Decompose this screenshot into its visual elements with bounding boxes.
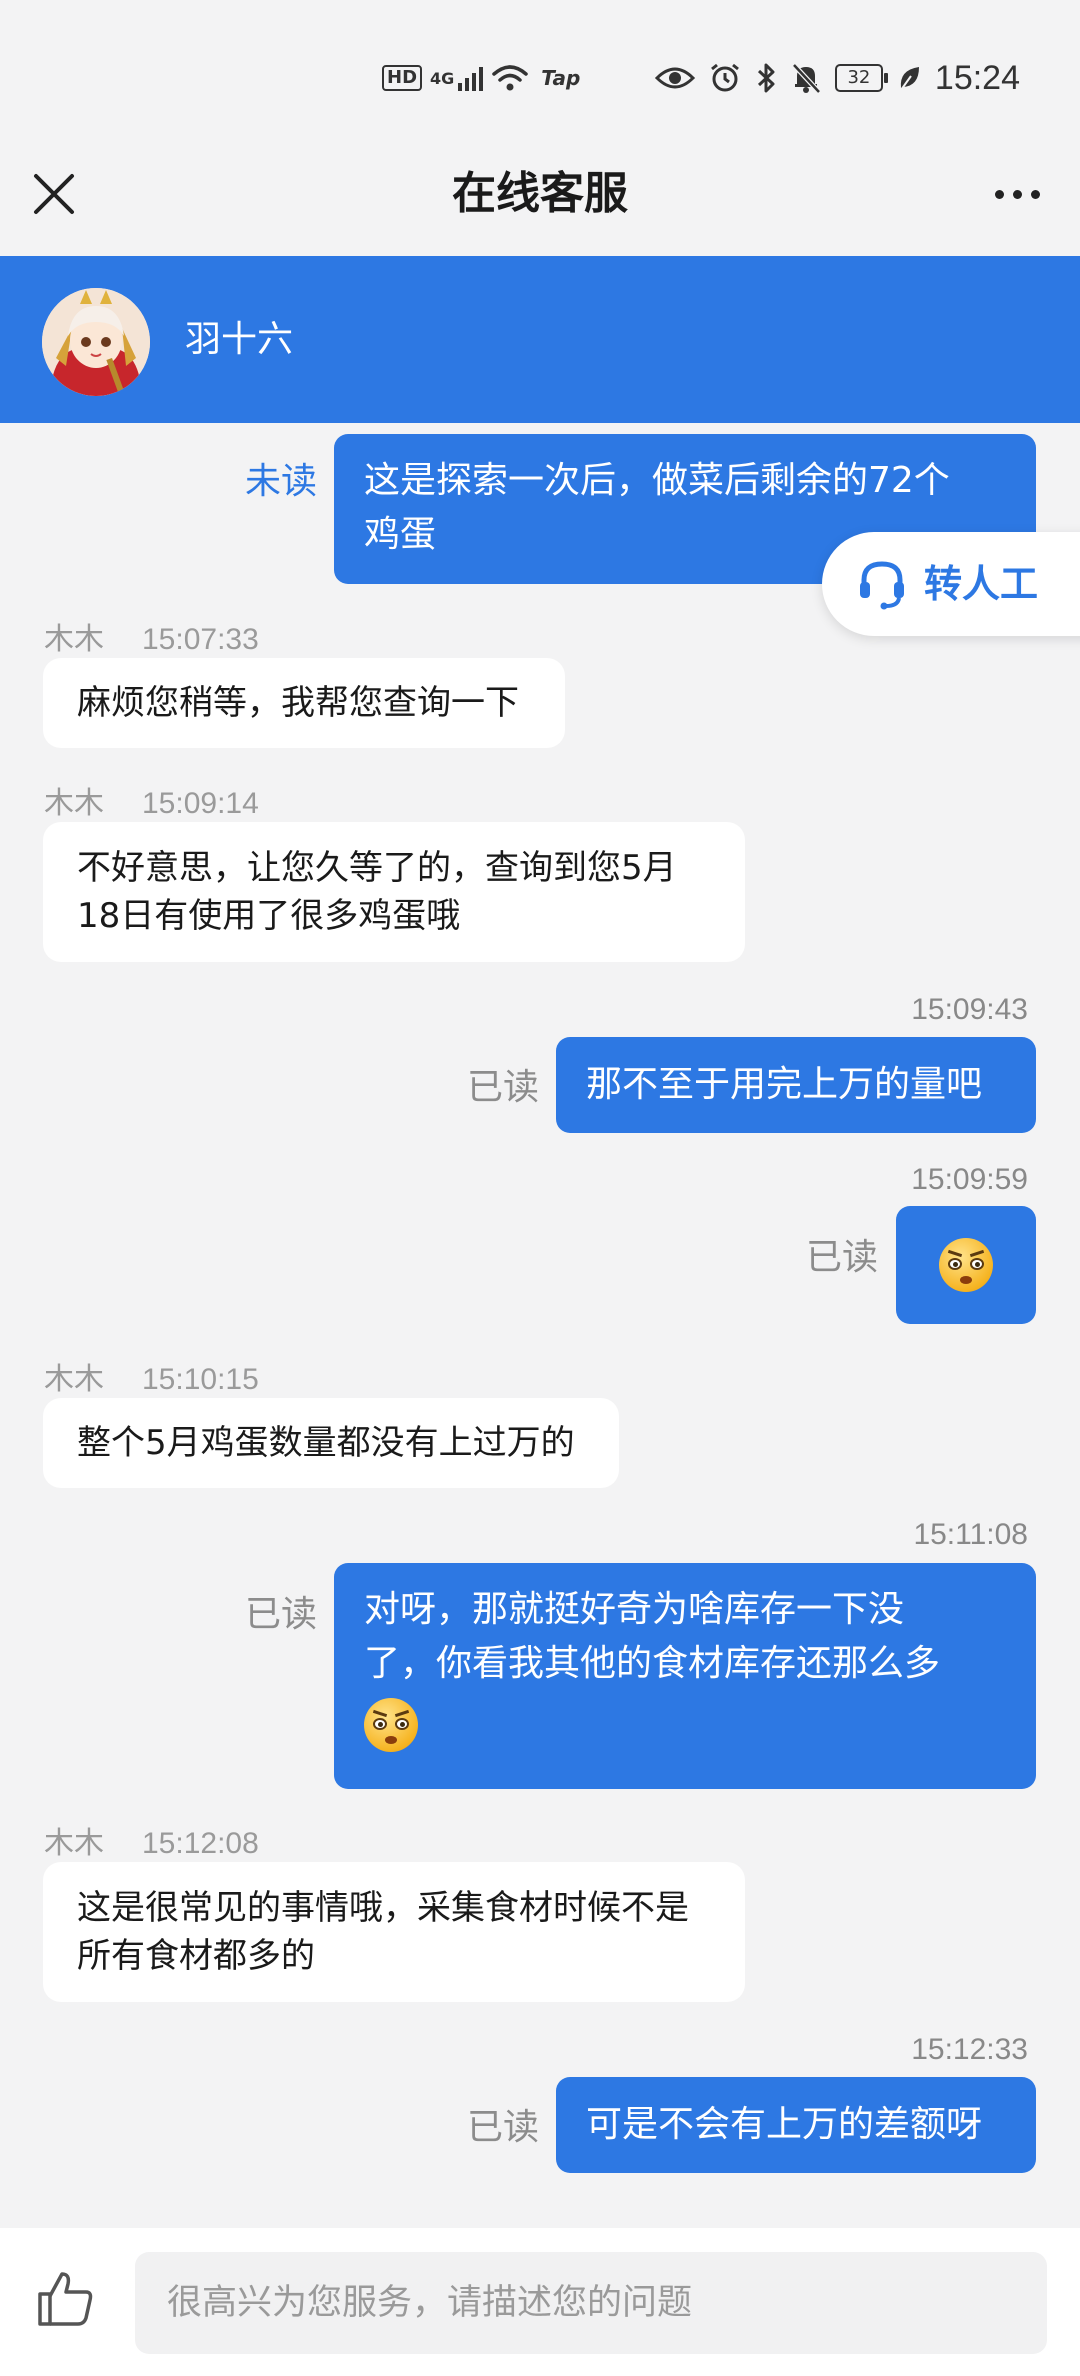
status-left-icons: HD 4G Tap xyxy=(382,58,580,98)
status-bar: HD 4G Tap 32 15:24 xyxy=(0,0,1080,150)
agent-name: 羽十六 xyxy=(185,319,294,360)
message-meta: 木木 15:10:15 xyxy=(44,1354,259,1398)
rolling-eyes-emoji-icon xyxy=(939,1238,993,1292)
message-meta: 木木 15:07:33 xyxy=(44,614,259,658)
wifi-icon xyxy=(492,65,529,91)
mute-bell-icon xyxy=(792,63,821,94)
message-time: 15:12:08 xyxy=(142,1827,259,1860)
bluetooth-icon xyxy=(757,63,775,93)
read-status: 已读 xyxy=(245,1594,318,1635)
read-status: 已读 xyxy=(467,2107,540,2148)
message-time: 15:09:14 xyxy=(142,787,259,820)
user-message-bubble[interactable]: 可是不会有上万的差额呀 xyxy=(556,2077,1036,2173)
more-dot-icon xyxy=(1012,189,1022,199)
agent-message-bubble[interactable]: 麻烦您稍等，我帮您查询一下 xyxy=(43,658,565,748)
user-message-bubble[interactable]: 那不至于用完上万的量吧 xyxy=(556,1037,1036,1133)
clock: 15:24 xyxy=(934,58,1020,97)
message-line: 所有食材都多的 xyxy=(77,1936,315,1976)
sender-name: 木木 xyxy=(44,1362,104,1397)
message-time: 15:12:33 xyxy=(911,2033,1028,2066)
agent-message-bubble[interactable]: 不好意思，让您久等了的，查询到您5月 18日有使用了很多鸡蛋哦 xyxy=(43,822,745,962)
message-line: 了，你看我其他的食材库存还那么多 xyxy=(364,1643,941,1684)
message-line: 这是探索一次后，做菜后剩余的72个 xyxy=(364,460,950,501)
more-options-button[interactable] xyxy=(984,168,1050,220)
alarm-icon xyxy=(710,63,739,92)
message-line: 可是不会有上万的差额呀 xyxy=(586,2104,983,2145)
more-dot-icon xyxy=(1030,189,1040,199)
tap-label: Tap xyxy=(541,66,581,90)
rolling-eyes-emoji-icon xyxy=(364,1698,418,1752)
message-line: 这是很常见的事情哦，采集食材时候不是 xyxy=(77,1888,689,1928)
message-line: 18日有使用了很多鸡蛋哦 xyxy=(77,896,461,936)
agent-message-bubble[interactable]: 整个5月鸡蛋数量都没有上过万的 xyxy=(43,1398,619,1488)
like-button[interactable] xyxy=(34,2268,96,2330)
message-line: 整个5月鸡蛋数量都没有上过万的 xyxy=(77,1423,575,1463)
message-meta: 木木 15:09:14 xyxy=(44,778,259,822)
title-bar: 在线客服 xyxy=(0,150,1080,256)
message-time: 15:10:15 xyxy=(142,1363,259,1396)
message-line: 那不至于用完上万的量吧 xyxy=(586,1064,983,1105)
avatar-illustration-icon xyxy=(42,288,150,396)
message-time: 15:09:43 xyxy=(911,993,1028,1026)
leaf-icon xyxy=(900,67,919,91)
user-message-bubble[interactable] xyxy=(896,1206,1036,1324)
message-line: 对呀，那就挺好奇为啥库存一下没 xyxy=(364,1589,905,1630)
status-right-icons: 32 15:24 xyxy=(654,55,1020,101)
read-status: 未读 xyxy=(245,461,318,502)
read-status: 已读 xyxy=(806,1237,879,1278)
hd-icon: HD xyxy=(382,65,423,91)
eye-icon xyxy=(654,67,695,89)
battery-icon: 32 xyxy=(834,64,888,92)
message-line: 麻烦您稍等，我帮您查询一下 xyxy=(77,683,519,723)
agent-avatar[interactable] xyxy=(42,288,150,396)
sender-name: 木木 xyxy=(44,622,104,657)
thumbs-up-icon xyxy=(38,2272,93,2326)
agent-message-bubble[interactable]: 这是很常见的事情哦，采集食材时候不是 所有食材都多的 xyxy=(43,1862,745,2002)
transfer-to-human-button[interactable]: 转人工 xyxy=(822,532,1080,636)
bottom-input-bar xyxy=(0,2228,1080,2376)
message-time: 15:09:59 xyxy=(911,1163,1028,1196)
message-line: 不好意思，让您久等了的，查询到您5月 xyxy=(77,848,677,888)
message-time: 15:07:33 xyxy=(142,623,259,656)
network-type: 4G xyxy=(430,68,455,88)
headset-icon xyxy=(860,561,904,610)
sender-name: 木木 xyxy=(44,786,104,821)
read-status: 已读 xyxy=(467,1067,540,1108)
page-title: 在线客服 xyxy=(452,168,628,219)
agent-header: 羽十六 xyxy=(0,256,1080,423)
transfer-label: 转人工 xyxy=(924,562,1039,606)
more-dot-icon xyxy=(994,189,1004,199)
message-meta: 木木 15:12:08 xyxy=(44,1818,259,1862)
sender-name: 木木 xyxy=(44,1826,104,1861)
message-input[interactable] xyxy=(135,2252,1047,2354)
signal-icon xyxy=(458,65,484,91)
user-message-bubble[interactable]: 对呀，那就挺好奇为啥库存一下没 了，你看我其他的食材库存还那么多 xyxy=(334,1563,1036,1789)
message-time: 15:11:08 xyxy=(913,1518,1028,1551)
